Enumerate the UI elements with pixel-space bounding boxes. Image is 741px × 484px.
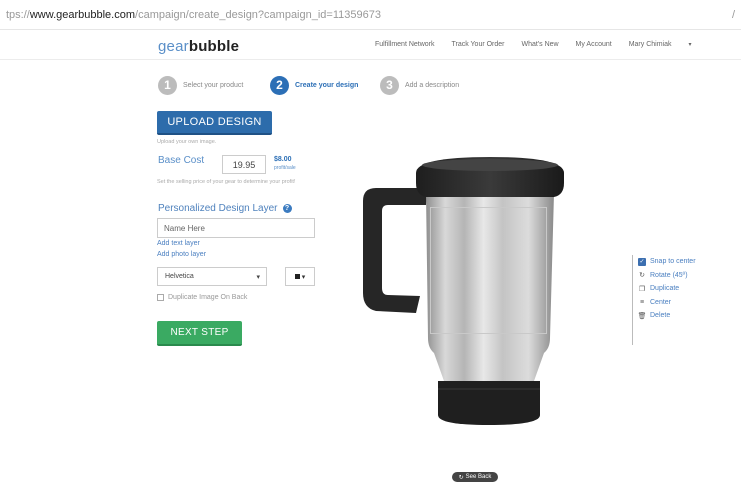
url-text[interactable]: tps://www.gearbubble.com/campaign/create… — [6, 9, 381, 21]
step-number: 3 — [380, 75, 399, 95]
nav-track-order[interactable]: Track Your Order — [451, 41, 504, 48]
delete-tool[interactable]: 🗑 Delete — [638, 309, 712, 323]
browser-url-bar[interactable]: tps://www.gearbubble.com/campaign/create… — [0, 0, 741, 30]
url-host: www.gearbubble.com — [29, 9, 136, 21]
tool-label: Snap to center — [650, 258, 696, 266]
top-nav: Fulfillment Network Track Your Order Wha… — [375, 41, 692, 48]
center-icon: ≡ — [639, 298, 645, 306]
rotate-icon: ↻ — [458, 474, 464, 481]
nav-whats-new[interactable]: What's New — [521, 41, 558, 48]
step-label: Select your product — [183, 81, 244, 89]
color-select[interactable]: ▾ — [285, 267, 315, 286]
see-back-label: See Back — [465, 474, 492, 480]
chevron-down-icon: ▾ — [301, 273, 306, 281]
color-swatch — [294, 274, 300, 279]
font-select[interactable]: Helvetica ▾ — [157, 267, 267, 286]
next-step-button[interactable]: NEXT STEP — [157, 321, 242, 346]
checkbox-box[interactable] — [157, 294, 164, 301]
checkbox-icon: ✓ — [638, 257, 646, 266]
duplicate-icon: ❐ — [638, 285, 646, 293]
center-tool[interactable]: ≡ Center — [638, 296, 712, 310]
chevron-down-icon: ▾ — [688, 42, 692, 48]
duplicate-on-back-checkbox[interactable]: Duplicate Image On Back — [157, 294, 247, 301]
tool-label: Delete — [650, 312, 671, 320]
step-label: Create your design — [295, 81, 359, 89]
step-label: Add a description — [405, 81, 460, 89]
design-tools-panel: ✓ Snap to center ↻ Rotate (45º) ❐ Duplic… — [632, 255, 712, 345]
tool-label: Rotate (45º) — [650, 271, 688, 279]
url-prefix: tps:// — [6, 9, 30, 21]
tool-label: Center — [650, 298, 672, 306]
layer-title-text: Personalized Design Layer — [158, 203, 278, 214]
site-header: gearbubble Fulfillment Network Track You… — [0, 30, 741, 60]
nav-my-account[interactable]: My Account — [576, 41, 612, 48]
profit-value: $8.00 — [274, 156, 292, 163]
logo-part-bubble: bubble — [188, 38, 240, 55]
tool-label: Duplicate — [650, 285, 680, 293]
font-select-value: Helvetica — [165, 273, 194, 280]
nav-user-menu[interactable]: Mary Chimiak ▾ — [629, 41, 692, 48]
url-end: / — [731, 9, 735, 21]
rotate-icon: ↻ — [639, 272, 645, 280]
add-photo-layer-link[interactable]: Add photo layer — [157, 251, 206, 258]
snap-to-center-tool[interactable]: ✓ Snap to center — [638, 255, 712, 269]
profit-unit: profit/sale — [274, 165, 296, 171]
step-add-description[interactable]: 3 Add a description — [380, 75, 459, 95]
step-number: 2 — [270, 75, 289, 95]
add-text-layer-link[interactable]: Add text layer — [157, 240, 200, 247]
nav-fulfillment-network[interactable]: Fulfillment Network — [375, 41, 435, 48]
step-number: 1 — [158, 75, 177, 95]
rotate-tool[interactable]: ↻ Rotate (45º) — [638, 269, 712, 283]
name-text-input[interactable]: Name Here — [157, 218, 315, 238]
profit-display: $8.00 profit/sale — [274, 155, 296, 173]
upload-design-button[interactable]: UPLOAD DESIGN — [157, 111, 272, 135]
personalized-layer-title: Personalized Design Layer ? — [158, 203, 292, 214]
user-name: Mary Chimiak — [628, 41, 672, 48]
gearbubble-logo[interactable]: gearbubble — [158, 38, 239, 55]
delete-icon: 🗑 — [637, 312, 647, 320]
duplicate-on-back-label: Duplicate Image On Back — [168, 294, 248, 301]
logo-part-gear: gear — [158, 38, 189, 55]
base-cost-label: Base Cost — [158, 155, 205, 166]
duplicate-tool[interactable]: ❐ Duplicate — [638, 282, 712, 296]
upload-note: Upload your own image. — [157, 139, 217, 145]
see-back-button[interactable]: ↻ See Back — [452, 472, 498, 482]
step-select-product[interactable]: 1 Select your product — [158, 75, 243, 95]
url-path: /campaign/create_design?campaign_id=1135… — [135, 9, 381, 21]
help-icon[interactable]: ? — [282, 204, 292, 213]
chevron-down-icon: ▾ — [256, 273, 260, 281]
base-cost-input[interactable]: 19.95 — [222, 155, 266, 174]
design-area[interactable] — [430, 207, 547, 334]
step-create-design[interactable]: 2 Create your design — [270, 75, 358, 95]
price-note: Set the selling price of your gear to de… — [157, 179, 296, 185]
